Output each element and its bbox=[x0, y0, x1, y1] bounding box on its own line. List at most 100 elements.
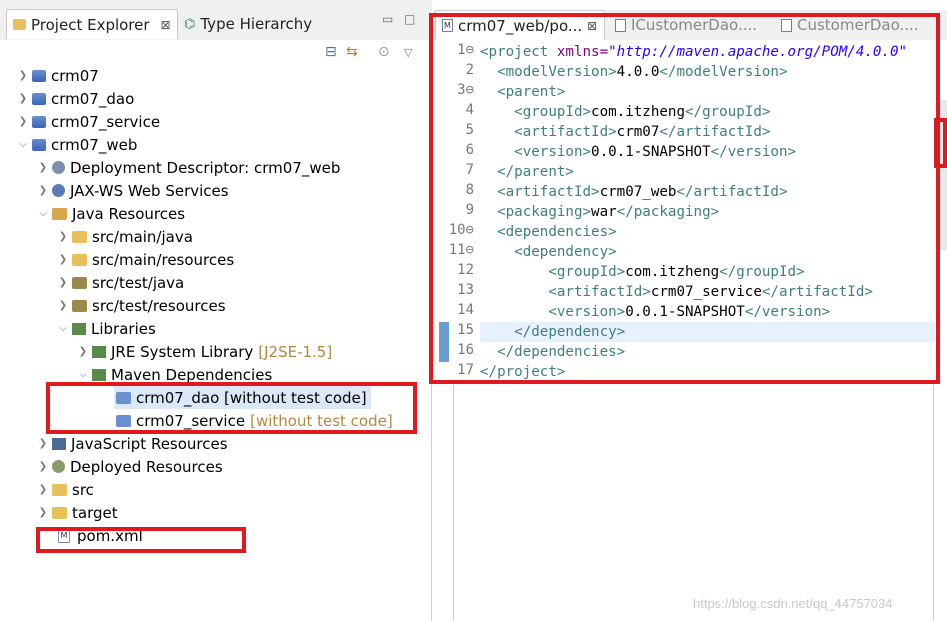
code-line: <parent> bbox=[480, 82, 565, 102]
tree-item-label: JRE System Library bbox=[111, 342, 254, 361]
tree-item-java-resources[interactable]: ⌵ Java Resources bbox=[36, 202, 185, 225]
expand-chevron-icon[interactable]: ❯ bbox=[16, 70, 30, 81]
tab-label: Project Explorer bbox=[31, 15, 150, 34]
code-token: <groupId> bbox=[480, 104, 592, 120]
tab-label: CustomerDao.... bbox=[797, 16, 919, 34]
tree-item-deployment-descriptor[interactable]: ❯ Deployment Descriptor: crm07_web bbox=[36, 156, 341, 179]
code-token: "http://maven.apache.org/POM/4.0.0" bbox=[608, 44, 908, 60]
tree-item-libraries[interactable]: ⌵ Libraries bbox=[56, 317, 156, 340]
code-line: <dependencies> bbox=[480, 222, 617, 242]
tree-item-label: Deployment Descriptor: crm07_web bbox=[70, 158, 341, 177]
close-icon[interactable]: ⊠ bbox=[587, 19, 597, 33]
line-number: 5 bbox=[465, 122, 474, 138]
java-file-icon bbox=[615, 18, 626, 32]
tree-item-crm07-dao-dependency[interactable]: crm07_dao [without test code] bbox=[114, 386, 371, 409]
test-folder-icon bbox=[72, 276, 87, 289]
collapse-chevron-icon[interactable]: ⌵ bbox=[36, 208, 50, 219]
tree-item-src-main-java[interactable]: ❯ src/main/java bbox=[56, 225, 193, 248]
expand-chevron-icon[interactable]: ❯ bbox=[36, 507, 50, 518]
tree-item-src-test-java[interactable]: ❯ src/test/java bbox=[56, 271, 184, 294]
tree-item-crm07-service[interactable]: ❯ crm07_service bbox=[16, 110, 160, 133]
tree-item-label: Java Resources bbox=[72, 204, 186, 223]
editor-tab-pom[interactable]: M crm07_web/po... ⊠ bbox=[435, 10, 605, 40]
library-icon bbox=[72, 322, 86, 335]
code-token: <modelVersion> bbox=[480, 64, 617, 80]
code-line: <artifactId>crm07_service</artifactId> bbox=[480, 282, 873, 302]
code-token: </artifactId> bbox=[659, 124, 771, 140]
tree-item-jre-system-library[interactable]: ❯ JRE System Library [J2SE-1.5] bbox=[76, 340, 332, 363]
source-folder-icon bbox=[72, 253, 87, 266]
maven-project-icon bbox=[32, 92, 46, 105]
filter-icon[interactable]: ⊙ bbox=[378, 44, 390, 60]
code-token: <parent> bbox=[480, 84, 566, 100]
tree-item-jax-ws[interactable]: ❯ JAX-WS Web Services bbox=[36, 179, 229, 202]
collapse-chevron-icon[interactable]: ⌵ bbox=[76, 369, 90, 380]
collapse-chevron-icon[interactable]: ⌵ bbox=[16, 139, 30, 150]
descriptor-icon bbox=[52, 161, 65, 174]
expand-chevron-icon[interactable]: ❯ bbox=[36, 461, 50, 472]
tree-item-src[interactable]: ❯ src bbox=[36, 478, 94, 501]
folder-icon bbox=[52, 483, 67, 496]
tree-item-label: crm07_service bbox=[51, 112, 161, 131]
tree-item-crm07-dao[interactable]: ❯ crm07_dao bbox=[16, 87, 134, 110]
code-line: </project> bbox=[480, 362, 565, 382]
code-token: 4.0.0 bbox=[616, 64, 660, 80]
code-token: war bbox=[591, 204, 617, 220]
tree-item-src-main-resources[interactable]: ❯ src/main/resources bbox=[56, 248, 234, 271]
expand-chevron-icon[interactable]: ❯ bbox=[56, 254, 70, 265]
collapse-all-icon[interactable]: ⊟ bbox=[325, 44, 337, 60]
outline-panel-edge bbox=[940, 100, 947, 250]
editor-divider bbox=[933, 385, 934, 621]
line-number: 11⊖ bbox=[448, 242, 474, 258]
expand-chevron-icon[interactable]: ❯ bbox=[16, 93, 30, 104]
expand-chevron-icon[interactable]: ❯ bbox=[16, 116, 30, 127]
maximize-icon[interactable]: □ bbox=[404, 12, 415, 26]
tree-item-deployed-resources[interactable]: ❯ Deployed Resources bbox=[36, 455, 223, 478]
code-token: <artifactId> bbox=[480, 184, 600, 200]
expand-chevron-icon[interactable]: ❯ bbox=[36, 484, 50, 495]
tree-item-src-test-resources[interactable]: ❯ src/test/resources bbox=[56, 294, 226, 317]
expand-chevron-icon[interactable]: ❯ bbox=[36, 185, 50, 196]
code-token: com.itzheng bbox=[625, 264, 720, 280]
editor-tab-customerdao[interactable]: CustomerDao.... bbox=[775, 10, 947, 40]
expand-chevron-icon[interactable]: ❯ bbox=[36, 438, 50, 449]
expand-chevron-icon[interactable]: ❯ bbox=[56, 277, 70, 288]
code-line: <version>0.0.1-SNAPSHOT</version> bbox=[480, 302, 830, 322]
collapse-chevron-icon[interactable]: ⌵ bbox=[56, 323, 70, 334]
code-token: </packaging> bbox=[616, 204, 720, 220]
tree-item-crm07-service-dependency[interactable]: crm07_service [without test code] bbox=[114, 409, 393, 432]
left-tab-bar: Project Explorer ⊠ ⌬ Type Hierarchy ▭ □ bbox=[0, 0, 432, 40]
line-number: 6 bbox=[465, 142, 474, 158]
tree-item-label: crm07_dao bbox=[51, 89, 135, 108]
link-with-editor-icon[interactable]: ⇆ bbox=[346, 44, 358, 60]
code-token: <dependency> bbox=[480, 244, 617, 260]
pom-file-icon: M bbox=[58, 528, 70, 543]
expand-chevron-icon[interactable]: ❯ bbox=[36, 162, 50, 173]
tree-item-pom-xml[interactable]: M pom.xml bbox=[56, 524, 143, 547]
code-line: </dependencies> bbox=[480, 342, 625, 362]
test-folder-icon bbox=[72, 299, 87, 312]
tab-type-hierarchy[interactable]: ⌬ Type Hierarchy bbox=[178, 9, 318, 39]
editor-tab-icustomerdao[interactable]: ICustomerDao.... bbox=[609, 10, 775, 40]
expand-chevron-icon[interactable]: ❯ bbox=[56, 300, 70, 311]
minimize-icon[interactable]: ▭ bbox=[382, 12, 393, 26]
tree-item-label: crm07_dao [without test code] bbox=[136, 388, 367, 407]
tree-item-javascript-resources[interactable]: ❯ JavaScript Resources bbox=[36, 432, 228, 455]
change-marker bbox=[439, 322, 449, 362]
code-token: 0.0.1-SNAPSHOT bbox=[625, 304, 745, 320]
code-token: </groupId> bbox=[685, 104, 771, 120]
line-number: 9 bbox=[465, 202, 474, 218]
tree-item-label: src bbox=[72, 480, 94, 499]
code-token: </artifactId> bbox=[761, 284, 873, 300]
tree-item-crm07[interactable]: ❯ crm07 bbox=[16, 64, 99, 87]
tree-item-crm07-web[interactable]: ⌵ crm07_web bbox=[16, 133, 137, 156]
expand-chevron-icon[interactable]: ❯ bbox=[76, 346, 90, 357]
expand-chevron-icon[interactable]: ❯ bbox=[56, 231, 70, 242]
tree-item-target[interactable]: ❯ target bbox=[36, 501, 118, 524]
tree-item-label: crm07 bbox=[51, 66, 99, 85]
code-token: </artifactId> bbox=[676, 184, 788, 200]
close-icon[interactable]: ⊠ bbox=[161, 18, 171, 32]
view-menu-icon[interactable]: ▽ bbox=[404, 46, 412, 59]
tree-item-maven-dependencies[interactable]: ⌵ Maven Dependencies bbox=[76, 363, 272, 386]
tab-project-explorer[interactable]: Project Explorer ⊠ bbox=[6, 9, 178, 39]
